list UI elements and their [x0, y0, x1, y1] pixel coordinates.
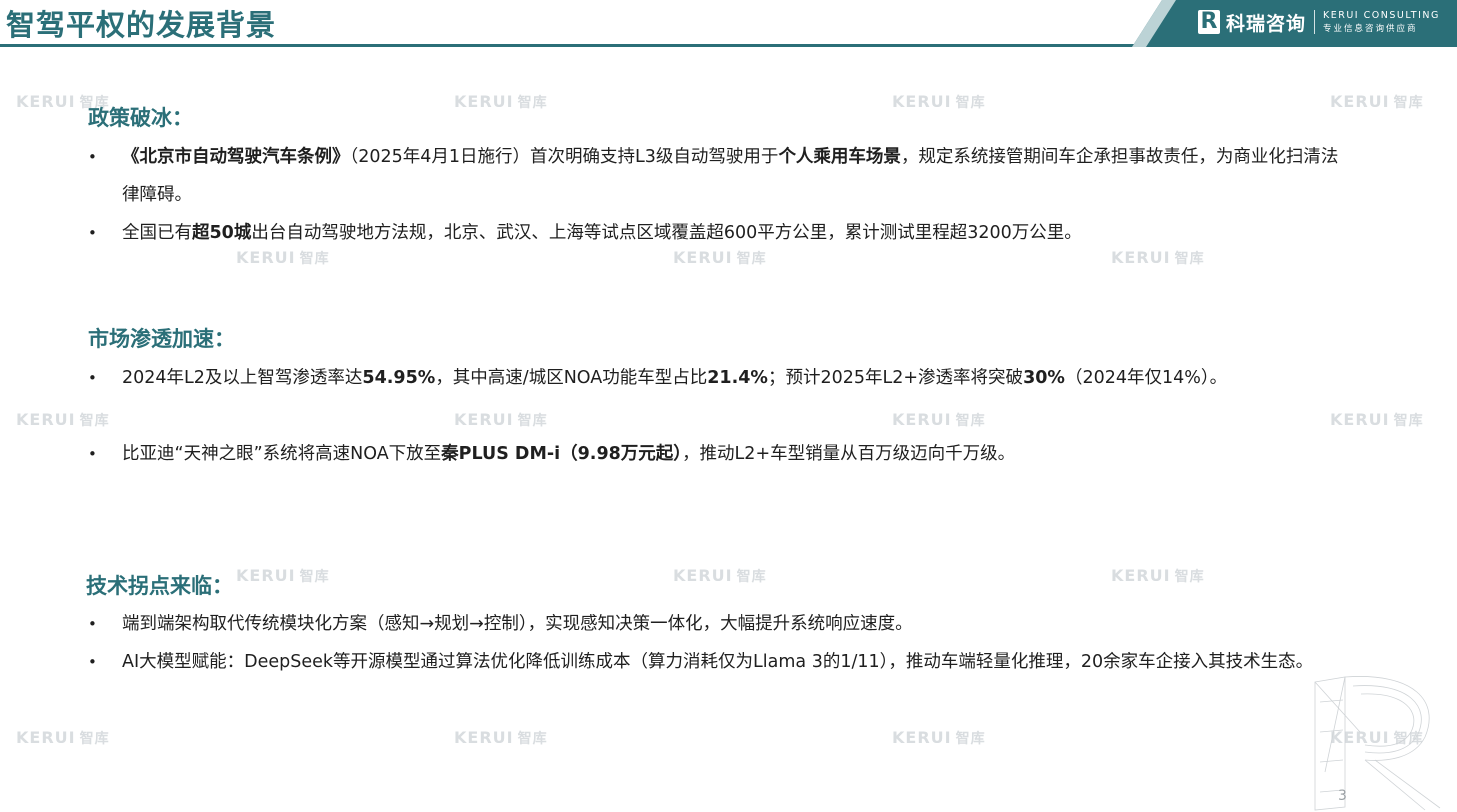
bullet-emphasis: 《北京市自动驾驶汽车条例》 [122, 147, 350, 167]
bullet-item: • 端到端架构取代传统模块化方案（感知→规划→控制），实现感知决策一体化，大幅提… [88, 605, 1348, 643]
bullet-text: 比亚迪“天神之眼”系统将高速NOA下放至秦PLUS DM-i（9.98万元起），… [122, 435, 1348, 473]
watermark-en: KERUI [673, 566, 733, 585]
header-rule [0, 44, 1140, 47]
logo-en-block: KERUI CONSULTING 专业信息咨询供应商 [1323, 10, 1440, 34]
watermark-en: KERUI [892, 92, 952, 111]
watermark-cn: 智库 [955, 413, 986, 429]
bullet-segment: 端到端架构取代传统模块化方案（感知→规划→控制），实现感知决策一体化，大幅提升系… [122, 614, 913, 634]
bullet-emphasis: 个人乘用车场景 [778, 147, 901, 167]
bullet-segment: ，其中高速/城区NOA功能车型占比 [435, 368, 708, 388]
watermark: KERUI 智库 [1330, 410, 1424, 430]
watermark-en: KERUI [16, 92, 76, 111]
watermark-en: KERUI [16, 410, 76, 429]
bullet-text: AI大模型赋能：DeepSeek等开源模型通过算法优化降低训练成本（算力消耗仅为… [122, 643, 1348, 681]
watermark-cn: 智库 [299, 251, 330, 267]
bullet-segment: 出台自动驾驶地方法规，北京、武汉、上海等试点区域覆盖超600平方公里，累计测试里… [251, 223, 1082, 243]
watermark: KERUI 智库 [1111, 566, 1205, 586]
watermark: KERUI 智库 [892, 92, 986, 112]
watermark-cn: 智库 [517, 731, 548, 747]
bullet-segment: AI大模型赋能：DeepSeek等开源模型通过算法优化降低训练成本（算力消耗仅为… [122, 652, 1314, 672]
section-title-policy: 政策破冰： [88, 106, 193, 130]
watermark: KERUI 智库 [892, 410, 986, 430]
bullet-item: • 《北京市自动驾驶汽车条例》（2025年4月1日施行）首次明确支持L3级自动驾… [88, 138, 1348, 214]
bullet-segment: 2024年L2及以上智驾渗透率达 [122, 368, 363, 388]
watermark-cn: 智库 [955, 731, 986, 747]
watermark: KERUI 智库 [892, 728, 986, 748]
watermark-en: KERUI [454, 410, 514, 429]
logo-cn-text: 科瑞咨询 [1226, 12, 1307, 35]
watermark: KERUI 智库 [454, 728, 548, 748]
bullet-dot: • [88, 369, 97, 387]
bullet-text: 《北京市自动驾驶汽车条例》（2025年4月1日施行）首次明确支持L3级自动驾驶用… [122, 138, 1348, 214]
watermark-cn: 智库 [517, 413, 548, 429]
bullet-dot: • [88, 148, 97, 166]
section-title-tech: 技术拐点来临： [86, 574, 233, 598]
watermark-en: KERUI [1330, 410, 1390, 429]
bullet-item: • 比亚迪“天神之眼”系统将高速NOA下放至秦PLUS DM-i（9.98万元起… [88, 435, 1348, 473]
decorative-wireframe-r [1314, 676, 1441, 811]
bullet-dot: • [88, 615, 97, 633]
logo-en-top: KERUI CONSULTING [1323, 10, 1440, 21]
watermark-cn: 智库 [79, 731, 110, 747]
bullet-emphasis: 超50城 [192, 223, 252, 243]
watermark-en: KERUI [16, 728, 76, 747]
company-logo: R 科瑞咨询 KERUI CONSULTING 专业信息咨询供应商 [1198, 6, 1440, 38]
watermark-cn: 智库 [299, 569, 330, 585]
watermark-en: KERUI [892, 728, 952, 747]
bullet-dot: • [88, 445, 97, 463]
logo-r-icon: R [1198, 10, 1220, 34]
bullet-text: 端到端架构取代传统模块化方案（感知→规划→控制），实现感知决策一体化，大幅提升系… [122, 605, 1348, 643]
bullet-segment: 比亚迪“天神之眼”系统将高速NOA下放至 [122, 444, 442, 464]
watermark: KERUI 智库 [236, 566, 330, 586]
bullet-segment: ；预计2025年L2+渗透率将突破 [767, 368, 1024, 388]
bullet-item: • 全国已有超50城出台自动驾驶地方法规，北京、武汉、上海等试点区域覆盖超600… [88, 214, 1348, 252]
watermark: KERUI 智库 [16, 410, 110, 430]
watermark-en: KERUI [454, 728, 514, 747]
bullet-emphasis: 秦PLUS DM-i（9.98万元起） [441, 444, 683, 464]
watermark: KERUI 智库 [454, 92, 548, 112]
page-number: 3 [1338, 788, 1347, 804]
watermark-cn: 智库 [79, 413, 110, 429]
bullet-segment: ，推动L2+车型销量从百万级迈向千万级。 [682, 444, 1016, 464]
bullet-item: • 2024年L2及以上智驾渗透率达54.95%，其中高速/城区NOA功能车型占… [88, 359, 1348, 397]
watermark-cn: 智库 [736, 569, 767, 585]
bullet-item: • AI大模型赋能：DeepSeek等开源模型通过算法优化降低训练成本（算力消耗… [88, 643, 1348, 681]
watermark-en: KERUI [1330, 92, 1390, 111]
watermark: KERUI 智库 [1330, 92, 1424, 112]
watermark-cn: 智库 [517, 95, 548, 111]
logo-divider [1314, 10, 1316, 34]
watermark-en: KERUI [454, 92, 514, 111]
watermark-en: KERUI [236, 566, 296, 585]
watermark: KERUI 智库 [454, 410, 548, 430]
bullet-text: 全国已有超50城出台自动驾驶地方法规，北京、武汉、上海等试点区域覆盖超600平方… [122, 214, 1348, 252]
watermark: KERUI 智库 [16, 728, 110, 748]
bullet-segment: 全国已有 [122, 223, 192, 243]
bullet-dot: • [88, 224, 97, 242]
bullet-segment: （2025年4月1日施行）首次明确支持L3级自动驾驶用于 [349, 147, 779, 167]
watermark-cn: 智库 [736, 251, 767, 267]
bullet-segment: （2024年仅14%）。 [1064, 368, 1228, 388]
watermark: KERUI 智库 [673, 566, 767, 586]
watermark-cn: 智库 [1393, 95, 1424, 111]
watermark-cn: 智库 [1393, 413, 1424, 429]
watermark-en: KERUI [892, 410, 952, 429]
watermark-cn: 智库 [1174, 569, 1205, 585]
bullet-dot: • [88, 653, 97, 671]
bullet-text: 2024年L2及以上智驾渗透率达54.95%，其中高速/城区NOA功能车型占比2… [122, 359, 1348, 397]
watermark-en: KERUI [1111, 566, 1171, 585]
section-title-market: 市场渗透加速： [88, 327, 235, 351]
logo-en-bottom: 专业信息咨询供应商 [1323, 24, 1418, 34]
page-title: 智驾平权的发展背景 [6, 8, 277, 42]
bullet-emphasis: 54.95% [362, 368, 436, 388]
bullet-emphasis: 30% [1023, 368, 1065, 388]
bullet-emphasis: 21.4% [707, 368, 768, 388]
watermark-cn: 智库 [955, 95, 986, 111]
watermark-cn: 智库 [1174, 251, 1205, 267]
